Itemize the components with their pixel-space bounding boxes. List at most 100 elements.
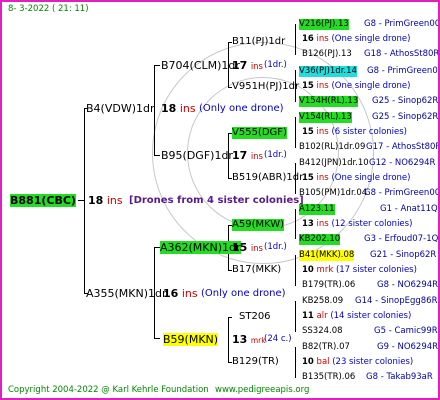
- g4-ins-count-6: 10: [302, 265, 314, 275]
- g4-queen-13[interactable]: KB258.09: [302, 296, 343, 307]
- g1-bottom-ins-word: ins: [181, 287, 198, 300]
- g4-ins-2: 15 ins (One single drone): [302, 81, 410, 92]
- g1-bottom-ins: 16 ins: [163, 287, 198, 300]
- g2-note-1: (1dr.): [264, 60, 287, 70]
- g4-ref-1: G8 - PrimGreen00: [364, 19, 440, 29]
- g4-queen-6[interactable]: B102(RL)1dr.09: [299, 142, 365, 153]
- g3-queen-3[interactable]: V555(DGF): [232, 127, 287, 139]
- connector: [154, 338, 160, 339]
- connector: [295, 24, 296, 55]
- g4-ins-5: 13 ins (12 sister colonies): [302, 219, 412, 230]
- g2-queen-2[interactable]: B95(DGF)1dr: [161, 149, 233, 162]
- g2-ins-2: 17 ins: [232, 149, 263, 163]
- connector: [295, 347, 296, 378]
- g1-top-note: (Only one drone): [199, 103, 284, 114]
- g2-ins-word-1: ins: [250, 62, 263, 72]
- g3-queen-1[interactable]: B11(PJ)1dr: [232, 36, 285, 48]
- footer-site-link[interactable]: www.pedigreeapis.org: [215, 385, 309, 396]
- g4-queen-14[interactable]: SS324.08: [302, 326, 343, 337]
- g2-queen-3[interactable]: A362(MKN)1dr: [160, 241, 241, 254]
- connector: [295, 117, 296, 148]
- g4-queen-11[interactable]: B41(MKK).08: [299, 250, 355, 261]
- g1-bottom-queen[interactable]: A355(MKN)1dr: [86, 287, 167, 300]
- root-ins: 18 ins: [88, 194, 123, 207]
- g4-ins-word-5: ins: [316, 219, 329, 229]
- g3-queen-2[interactable]: V951H(PJ)1dr: [232, 81, 299, 93]
- g4-queen-4[interactable]: V154H(RL).13: [299, 96, 359, 107]
- g4-ins-count-3: 15: [302, 127, 314, 137]
- g4-ins-note-2: (One single drone): [331, 81, 411, 91]
- g4-queen-10[interactable]: KB202.10: [299, 234, 341, 245]
- g4-ins-note-1: (One single drone): [331, 34, 411, 44]
- date-stamp: 8- 3-2022 ( 21: 11): [8, 4, 89, 14]
- g4-ref-14: G5 - Camic99R: [374, 326, 438, 336]
- g4-queen-3[interactable]: V36(PJ)1dr.14: [299, 66, 357, 77]
- g2-note-2: (1dr.): [264, 150, 287, 160]
- connector: [84, 108, 85, 294]
- g3-queen-8[interactable]: B129(TR): [232, 356, 279, 368]
- g2-ins-count-1: 17: [232, 59, 248, 72]
- g4-queen-2[interactable]: B126(PJ).13: [302, 49, 352, 60]
- g4-ins-word-3: ins: [316, 127, 329, 137]
- g4-ins-8: 10 bal (23 sister colonies): [302, 357, 413, 368]
- g4-ins-word-1: ins: [316, 34, 329, 44]
- g2-ins-4: 13 mrk: [232, 333, 266, 347]
- g4-queen-9[interactable]: A123.11: [299, 204, 335, 215]
- g4-ins-count-2: 15: [302, 81, 314, 91]
- g4-ins-note-7: (14 sister colonies): [330, 311, 412, 321]
- g4-ins-7: 11 alr (14 sister colonies): [302, 311, 411, 322]
- pedigree-chart: 8- 3-2022 ( 21: 11) B881(CBC) 18 ins [Dr…: [0, 0, 440, 400]
- root-ins-word: ins: [106, 194, 123, 207]
- g4-ins-4: 15 ins (One single drone): [302, 173, 410, 184]
- g4-ref-15: G9 - NO6294R: [377, 342, 439, 352]
- connector: [295, 209, 296, 239]
- g2-ins-word-2: ins: [250, 152, 263, 162]
- g4-ref-9: G1 - Anat11Q: [380, 204, 438, 214]
- g4-queen-5[interactable]: V154(RL).13: [299, 112, 352, 123]
- g4-ref-12: G8 - NO6294R: [377, 280, 439, 290]
- g4-ref-11: G21 - Sinop62R: [370, 250, 437, 260]
- g4-ins-note-6: (17 sister colonies): [335, 265, 417, 275]
- root-ins-count: 18: [88, 194, 104, 207]
- g2-ins-word-3: ins: [250, 244, 263, 254]
- g1-top-queen[interactable]: B4(VDW)1dr: [86, 102, 155, 115]
- g4-queen-8[interactable]: B105(PM)1dr.04: [299, 188, 367, 199]
- g3-queen-5[interactable]: A59(MKW): [232, 219, 285, 231]
- g4-ins-6: 10 mrk (17 sister colonies): [302, 265, 417, 276]
- root-queen[interactable]: B881(CBC): [10, 194, 76, 207]
- g3-queen-6[interactable]: B17(MKK): [232, 264, 281, 276]
- g4-ins-note-3: (6 sister colonies): [331, 127, 407, 137]
- g2-note-3: (1dr.): [264, 242, 287, 252]
- g2-queen-4[interactable]: B59(MKN): [163, 333, 219, 346]
- g4-ins-note-8: (23 sister colonies): [332, 357, 414, 367]
- g4-queen-16[interactable]: B135(TR).06: [302, 372, 355, 383]
- g2-ins-count-2: 17: [232, 149, 248, 162]
- g4-ins-count-5: 13: [302, 219, 314, 229]
- g4-queen-15[interactable]: B82(TR).07: [302, 342, 350, 353]
- g4-ref-2: G18 - AthosSt80R: [364, 49, 440, 59]
- g4-ins-note-4: (One single drone): [331, 173, 411, 183]
- g3-queen-4[interactable]: B519(ABR)1dr: [232, 172, 303, 184]
- connector: [295, 301, 296, 332]
- g4-ins-3: 15 ins (6 sister colonies): [302, 127, 407, 138]
- g4-ref-16: G8 - Takab93aR: [366, 372, 433, 382]
- g3-queen-7[interactable]: ST206: [239, 311, 271, 323]
- g4-queen-12[interactable]: B179(TR).06: [302, 280, 355, 291]
- g4-ins-word-8: bal: [316, 357, 330, 367]
- g4-queen-1[interactable]: V216(PJ).13: [299, 19, 349, 30]
- connector: [154, 65, 160, 66]
- g4-ref-8: G8 - PrimGreen00: [364, 188, 440, 198]
- g4-ins-count-8: 10: [302, 357, 314, 367]
- connector: [295, 255, 296, 286]
- connector: [228, 317, 232, 318]
- root-drone-note: [Drones from 4 sister colonies]: [129, 195, 304, 206]
- g4-ins-word-4: ins: [316, 173, 329, 183]
- g4-ref-7: G12 - NO6294R: [369, 158, 436, 168]
- g1-top-ins-word: ins: [179, 102, 196, 115]
- g4-queen-7[interactable]: B412(JPN)1dr.10: [299, 158, 369, 169]
- g4-ins-word-6: mrk: [316, 265, 334, 275]
- g4-ins-note-5: (12 sister colonies): [331, 219, 413, 229]
- g2-queen-1[interactable]: B704(CLM)1dr: [161, 59, 240, 72]
- g4-ref-5: G25 - Sinop62R: [372, 112, 439, 122]
- footer-copyright: Copyright 2004-2022 @ Karl Kehrle Founda…: [8, 385, 209, 395]
